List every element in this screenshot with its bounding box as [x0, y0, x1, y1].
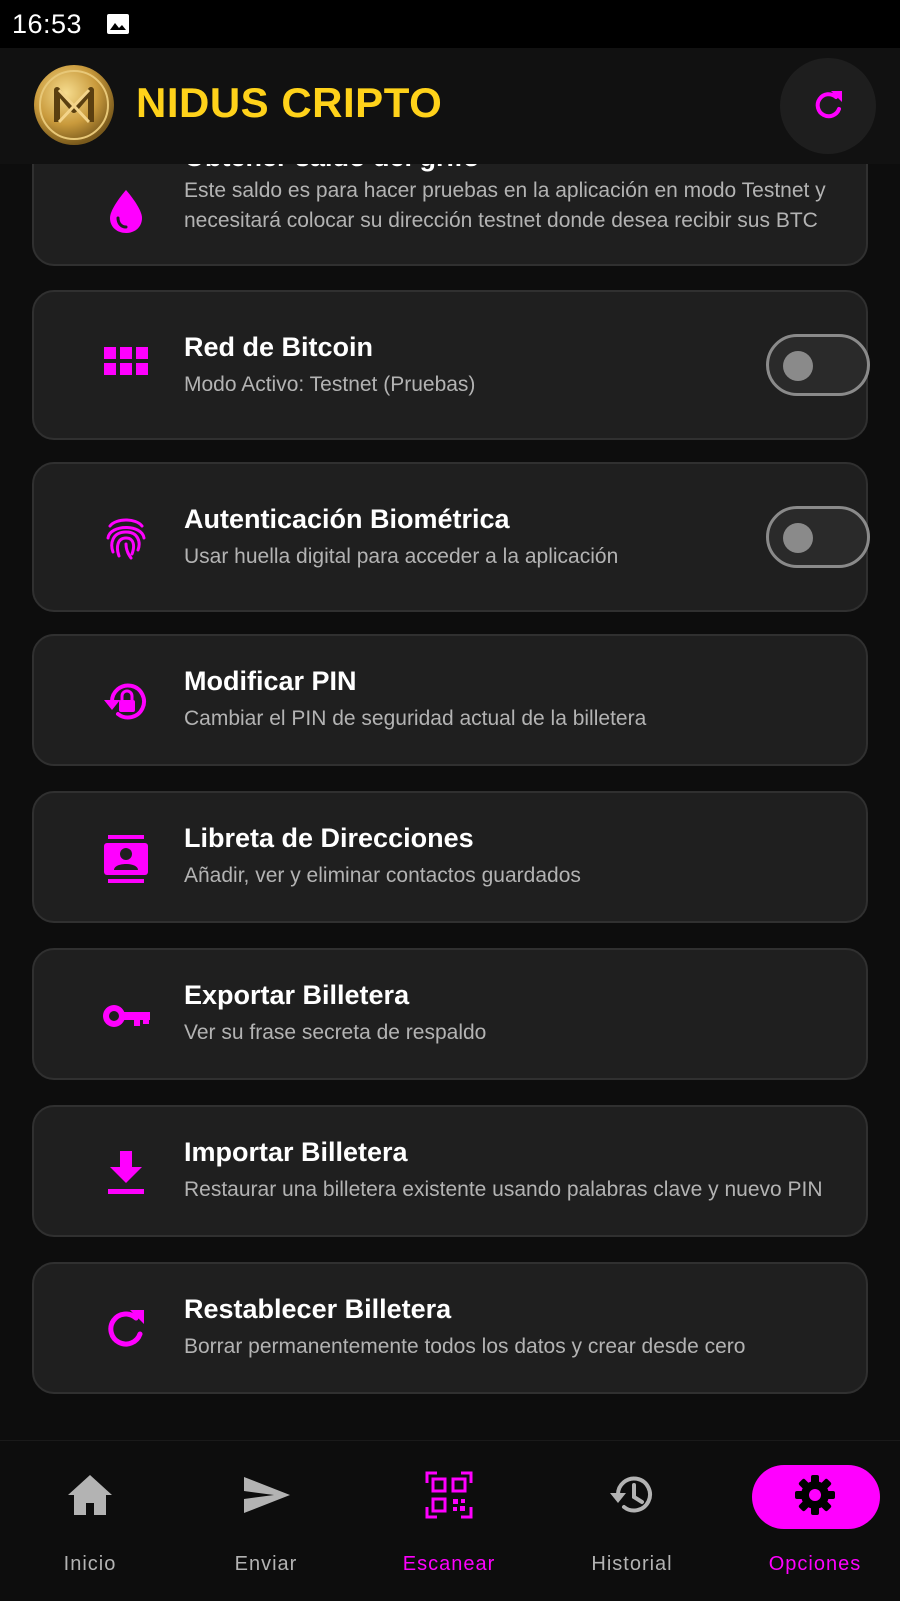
- option-subtitle: Cambiar el PIN de seguridad actual de la…: [184, 707, 647, 730]
- qr-scan-icon: [425, 1471, 473, 1519]
- option-biometric[interactable]: Autenticación Biométrica Usar huella dig…: [32, 462, 870, 612]
- bottom-navigation: Inicio Enviar Escanear Historial Opcione…: [0, 1440, 900, 1600]
- home-icon: [68, 1475, 112, 1515]
- option-import-wallet[interactable]: Importar Billetera Restaurar una billete…: [32, 1105, 868, 1237]
- nav-home[interactable]: Inicio: [0, 1441, 180, 1601]
- nav-scan[interactable]: Escanear: [359, 1441, 539, 1601]
- options-list[interactable]: Obtener saldo del grifo Este saldo es pa…: [0, 164, 900, 1440]
- option-title: Exportar Billetera: [184, 980, 410, 1010]
- app-header: NIDUS CRIPTO: [0, 48, 900, 164]
- option-subtitle: Ver su frase secreta de respaldo: [184, 1021, 487, 1044]
- nav-label: Opciones: [768, 1553, 862, 1575]
- nav-label: Inicio: [63, 1553, 117, 1575]
- option-modify-pin[interactable]: Modificar PIN Cambiar el PIN de segurida…: [32, 634, 868, 766]
- option-reset-wallet[interactable]: Restablecer Billetera Borrar permanentem…: [32, 1262, 868, 1394]
- fingerprint-icon: [106, 518, 146, 560]
- app-title: NIDUS CRIPTO: [136, 79, 443, 126]
- toggle-knob: [783, 523, 813, 553]
- status-bar: 16:53: [0, 0, 900, 48]
- nav-history[interactable]: Historial: [542, 1441, 722, 1601]
- option-export-wallet[interactable]: Exportar Billetera Ver su frase secreta …: [32, 948, 868, 1080]
- option-title: Autenticación Biométrica: [184, 504, 510, 534]
- option-subtitle: Este saldo es para hacer pruebas en la a…: [184, 179, 826, 232]
- status-time: 16:53: [12, 8, 83, 39]
- option-title: Modificar PIN: [184, 666, 357, 696]
- option-title: Restablecer Billetera: [184, 1294, 452, 1324]
- drop-icon: [110, 190, 142, 233]
- refresh-icon: [815, 91, 842, 119]
- nav-options[interactable]: Opciones: [725, 1441, 900, 1601]
- option-address-book[interactable]: Libreta de Direcciones Añadir, ver y eli…: [32, 791, 868, 923]
- option-faucet[interactable]: Obtener saldo del grifo Este saldo es pa…: [32, 164, 868, 266]
- option-title: Libreta de Direcciones: [184, 823, 474, 853]
- option-title: Red de Bitcoin: [184, 332, 374, 362]
- gear-icon: [795, 1475, 835, 1515]
- history-icon: [610, 1476, 652, 1513]
- nav-label: Escanear: [402, 1553, 496, 1575]
- option-subtitle: Modo Activo: Testnet (Pruebas): [184, 373, 476, 396]
- nav-label: Enviar: [234, 1553, 298, 1575]
- biometric-toggle[interactable]: [766, 506, 870, 568]
- image-notification-icon: [107, 14, 130, 34]
- option-title: Importar Billetera: [184, 1137, 408, 1167]
- download-icon: [108, 1151, 144, 1194]
- option-subtitle: Usar huella digital para acceder a la ap…: [184, 545, 619, 568]
- option-bitcoin-network[interactable]: Red de Bitcoin Modo Activo: Testnet (Pru…: [32, 290, 870, 440]
- option-title: Obtener saldo del grifo: [184, 164, 480, 173]
- network-toggle[interactable]: [766, 334, 870, 396]
- key-icon: [103, 1005, 150, 1027]
- nav-label: Historial: [591, 1553, 673, 1575]
- toggle-knob: [783, 351, 813, 381]
- contacts-icon: [104, 835, 148, 883]
- option-subtitle: Restaurar una billetera existente usando…: [184, 1178, 823, 1201]
- refresh-icon: [108, 1310, 144, 1347]
- grid-icon: [104, 347, 148, 375]
- app-logo: [34, 65, 114, 145]
- option-subtitle: Añadir, ver y eliminar contactos guardad…: [184, 864, 581, 887]
- refresh-button[interactable]: [780, 58, 876, 154]
- lock-reset-icon: [104, 683, 146, 720]
- send-icon: [244, 1477, 290, 1513]
- option-subtitle: Borrar permanentemente todos los datos y…: [184, 1335, 746, 1358]
- nav-send[interactable]: Enviar: [176, 1441, 356, 1601]
